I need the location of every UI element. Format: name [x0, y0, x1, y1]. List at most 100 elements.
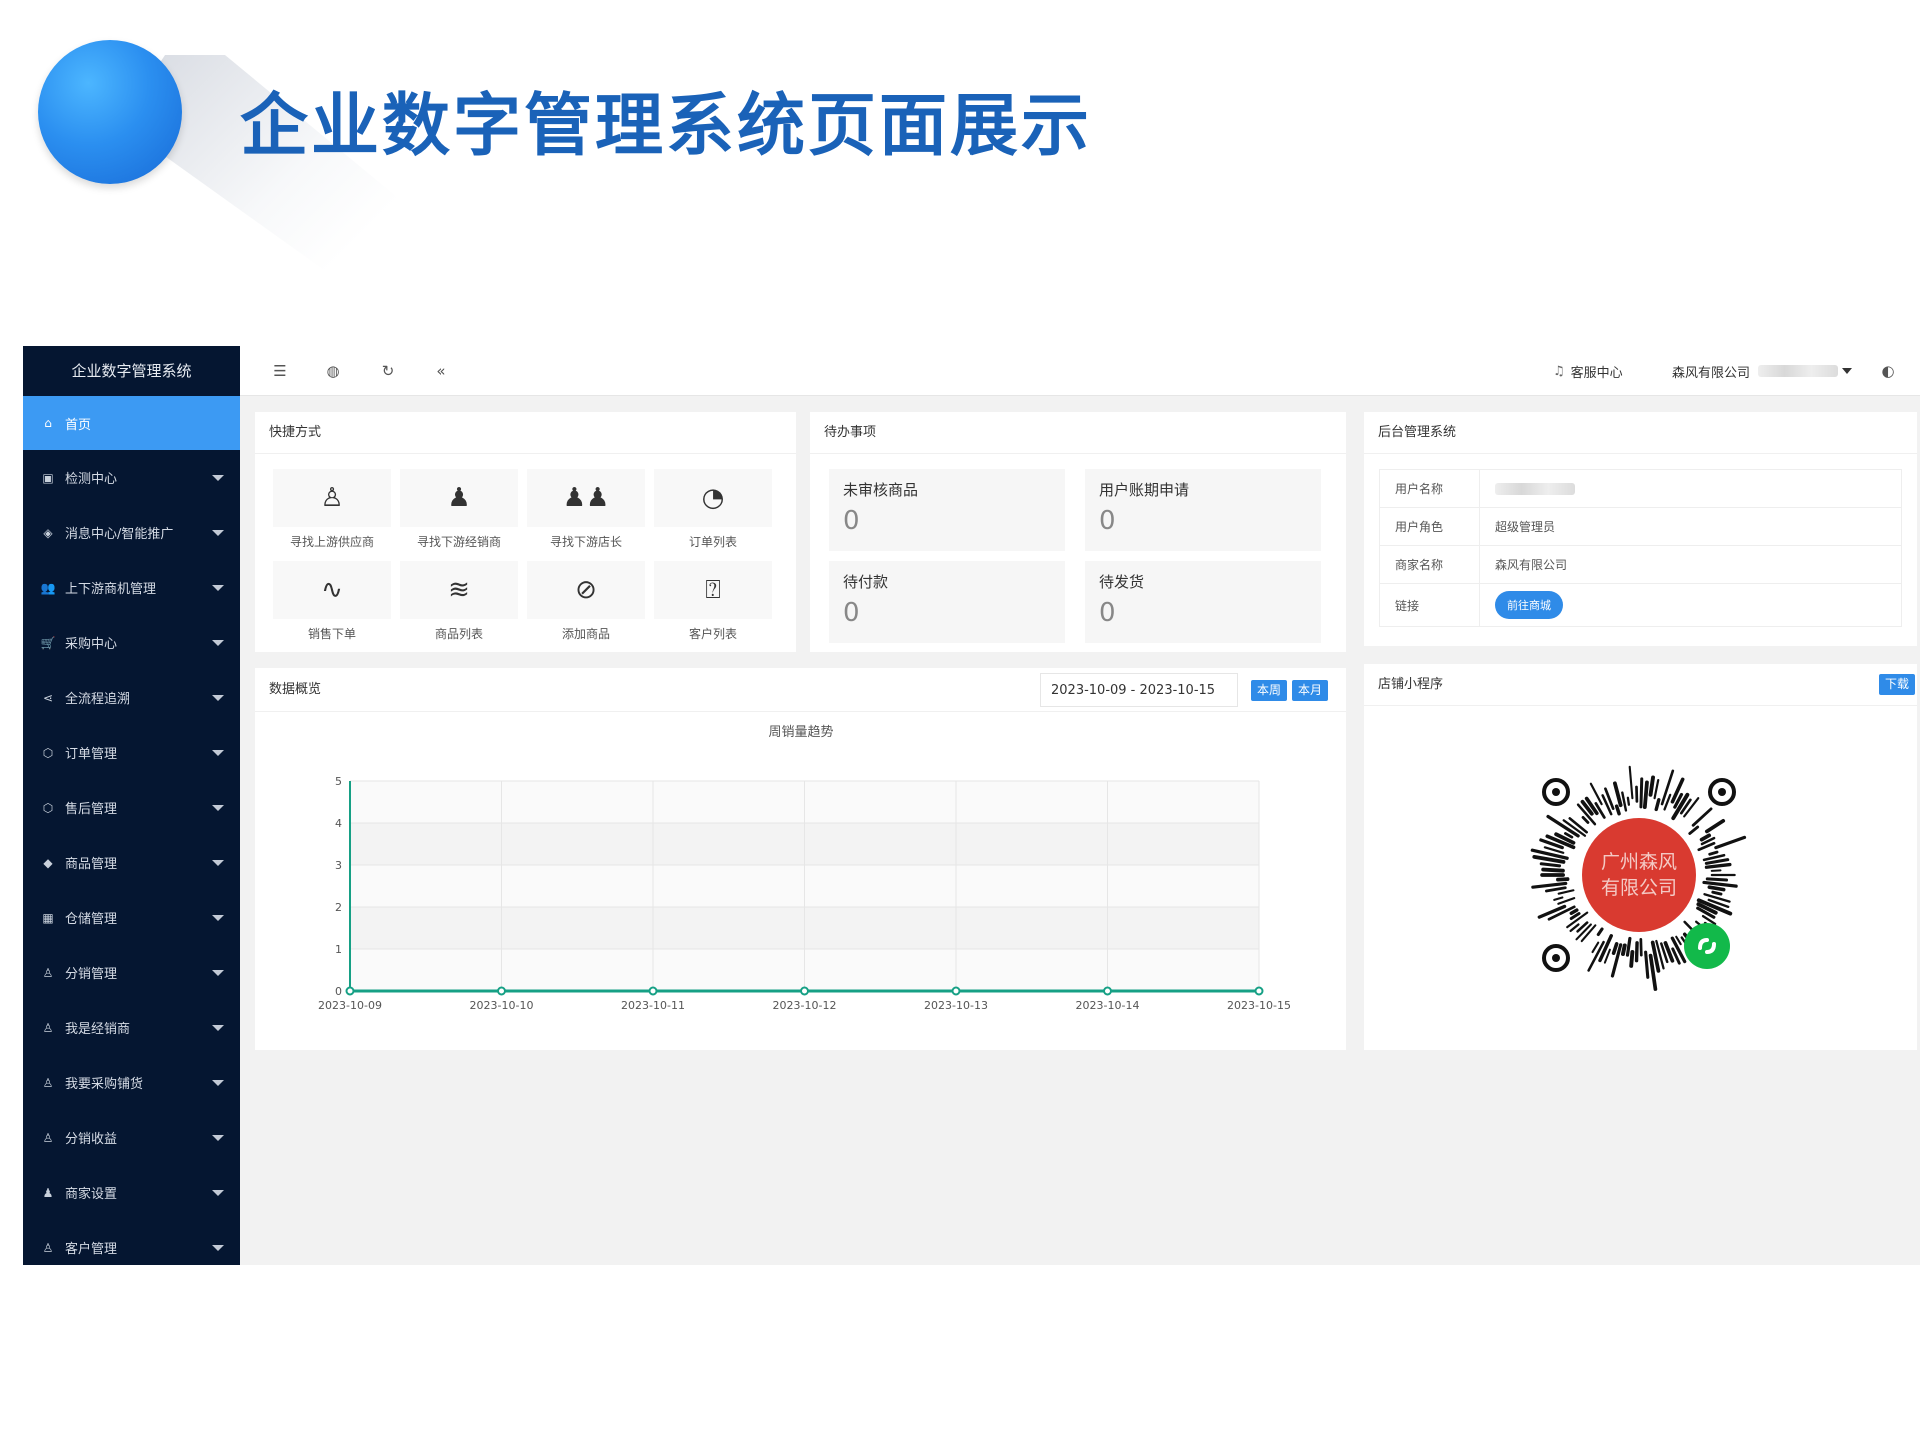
sidebar-item[interactable]: ♟ 商家设置 — [23, 1165, 240, 1220]
sidebar-item[interactable]: ⬡ 订单管理 — [23, 725, 240, 780]
data-point[interactable] — [800, 986, 809, 996]
qr-finder-bl — [1542, 944, 1570, 972]
info-key: 商家名称 — [1380, 546, 1480, 583]
sidebar-item-label: 我是经销商 — [65, 1022, 131, 1037]
theme-icon[interactable]: ◐ — [1880, 363, 1896, 379]
qr-ray — [1705, 877, 1729, 882]
user-icon: ♟ — [447, 483, 471, 513]
sidebar-item[interactable]: 🛒 采购中心 — [23, 615, 240, 670]
shortcut-item[interactable]: ♙ 寻找上游供应商 — [273, 469, 391, 550]
download-button[interactable]: 下载 — [1879, 674, 1916, 695]
sidebar-item[interactable]: ◆ 商品管理 — [23, 835, 240, 890]
todo-value: 0 — [1099, 598, 1116, 628]
qr-ray — [1556, 877, 1570, 882]
info-row-username: 用户名称 — [1380, 470, 1901, 508]
shortcut-item[interactable]: ◔ 订单列表 — [654, 469, 772, 550]
y-tick-label: 3 — [335, 859, 342, 872]
qr-ray — [1544, 886, 1567, 893]
shortcut-item[interactable]: ∿ 销售下单 — [273, 561, 391, 642]
todo-item[interactable]: 待发货 0 — [1085, 561, 1321, 643]
sidebar-title: 企业数字管理系统 — [71, 362, 192, 380]
sidebar-item[interactable]: ⌂ 首页 — [23, 396, 240, 450]
caret-down-icon — [212, 529, 224, 536]
qr-ray — [1594, 802, 1606, 819]
sidebar-item[interactable]: ⋖ 全流程追溯 — [23, 670, 240, 725]
sidebar-item[interactable]: ♙ 分销管理 — [23, 945, 240, 1000]
qr-ray — [1639, 777, 1644, 809]
sidebar-item[interactable]: 👥 上下游商机管理 — [23, 560, 240, 615]
service-center-link[interactable]: ♫ 客服中心 — [1553, 346, 1623, 396]
sidebar-item[interactable]: ♙ 客户管理 — [23, 1220, 240, 1265]
users-icon: ♟♟ — [562, 483, 610, 513]
info-value — [1480, 482, 1575, 495]
headset-icon: ♫ — [1553, 363, 1565, 379]
qr-ray — [1629, 950, 1635, 968]
sidebar-item[interactable]: ▦ 仓储管理 — [23, 890, 240, 945]
data-point[interactable] — [951, 986, 961, 996]
sidebar-item-label: 订单管理 — [65, 747, 118, 762]
shortcut-item[interactable]: ⊘ 添加商品 — [527, 561, 645, 642]
user-menu[interactable]: 森风有限公司 — [1672, 346, 1853, 396]
sidebar-item[interactable]: ⬡ 售后管理 — [23, 780, 240, 835]
info-key: 链接 — [1380, 584, 1480, 626]
shortcut-item[interactable]: ⍰ 客户列表 — [654, 561, 772, 642]
y-tick-label: 0 — [335, 985, 342, 998]
data-point[interactable] — [497, 986, 506, 996]
sidebar-item[interactable]: ♙ 我是经销商 — [23, 1000, 240, 1055]
qr-ray — [1611, 942, 1619, 955]
qr-ray — [1711, 890, 1723, 896]
shortcut-item[interactable]: ♟ 寻找下游经销商 — [400, 469, 518, 550]
monitor-icon: ▣ — [42, 470, 54, 485]
help-doc-icon: ⍰ — [705, 574, 721, 605]
x-tick-label: 2023-10-12 — [773, 999, 837, 1012]
this-month-button[interactable]: 本月 — [1292, 680, 1329, 701]
qr-ray — [1704, 862, 1732, 869]
sidebar-item[interactable]: ▣ 检测中心 — [23, 450, 240, 505]
this-week-button[interactable]: 本周 — [1251, 680, 1288, 701]
todo-item[interactable]: 用户账期申请 0 — [1085, 469, 1321, 551]
slide-title: 企业数字管理系统页面展示 — [240, 86, 1093, 166]
miniprogram-badge-icon — [1684, 923, 1730, 969]
caret-down-icon — [212, 859, 224, 866]
data-point[interactable] — [345, 986, 355, 996]
topbar: ☰ ◍ ↻ « ♫ 客服中心 森风有限公司 ◐ — [240, 346, 1920, 396]
refresh-icon[interactable]: ↻ — [380, 363, 396, 379]
todo-label: 未审核商品 — [843, 481, 919, 499]
app-screenshot: 企业数字管理系统 ⌂ 首页 ▣ 检测中心 ◈ 消息中心/智能推广 👥 上下游商机管理 🛒 采购中心… — [23, 346, 1920, 1265]
shortcut-label: 订单列表 — [688, 535, 737, 549]
data-point[interactable] — [1254, 986, 1264, 996]
sidebar-item[interactable]: ♙ 我要采购铺货 — [23, 1055, 240, 1110]
qr-ray — [1628, 765, 1634, 800]
qr-ray — [1653, 779, 1660, 800]
data-point[interactable] — [648, 986, 658, 996]
qr-ray — [1708, 850, 1719, 856]
qr-ray — [1531, 881, 1568, 889]
menu-toggle-icon[interactable]: ☰ — [272, 363, 288, 379]
x-tick-label: 2023-10-10 — [470, 999, 534, 1012]
qr-ray — [1704, 819, 1726, 834]
go-to-mall-button[interactable]: 前往商城 — [1495, 591, 1563, 619]
compass-icon: ⊘ — [575, 575, 597, 605]
shortcut-item[interactable]: ≋ 商品列表 — [400, 561, 518, 642]
sidebar-item[interactable]: ♙ 分销收益 — [23, 1110, 240, 1165]
miniprogram-title: 店铺小程序 — [1364, 664, 1917, 706]
sidebar-item[interactable]: ◈ 消息中心/智能推广 — [23, 505, 240, 560]
decorative-blue-circle — [38, 40, 182, 184]
company-label: 森风有限公司 — [1672, 365, 1751, 381]
info-row-link: 链接 前往商城 — [1380, 584, 1901, 626]
todo-item[interactable]: 未审核商品 0 — [829, 469, 1065, 551]
date-range-input[interactable]: 2023-10-09 - 2023-10-15 — [1040, 673, 1238, 707]
caret-down-icon — [212, 1134, 224, 1141]
globe-icon[interactable]: ◍ — [325, 363, 341, 379]
info-value: 前往商城 — [1480, 591, 1563, 619]
slide: 企业数字管理系统页面展示 企业数字管理系统 ⌂ 首页 ▣ 检测中心 ◈ 消息中心/智能推广… — [0, 0, 1920, 1440]
sidebar-item-label: 检测中心 — [65, 472, 118, 487]
shortcut-item[interactable]: ♟♟ 寻找下游店长 — [527, 469, 645, 550]
caret-down-icon — [212, 474, 224, 481]
qr-ray — [1557, 889, 1575, 895]
collapse-icon[interactable]: « — [433, 363, 449, 379]
qr-ray — [1553, 896, 1564, 901]
data-point[interactable] — [1103, 986, 1112, 996]
todo-item[interactable]: 待付款 0 — [829, 561, 1065, 643]
qr-ray — [1688, 825, 1700, 835]
